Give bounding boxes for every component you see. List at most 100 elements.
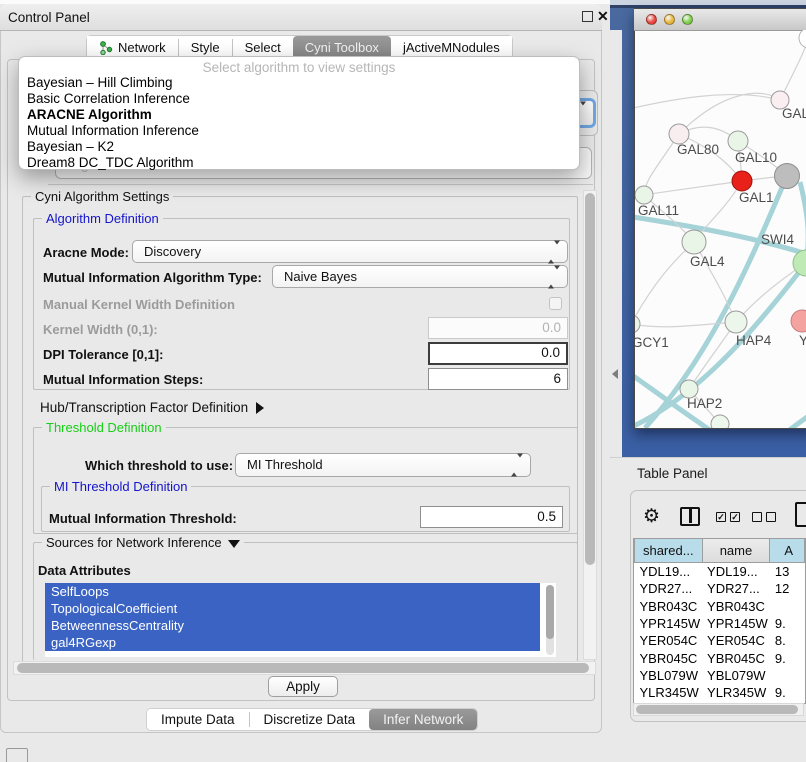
network-edge[interactable] (763, 410, 806, 428)
network-node-label: HAP4 (736, 333, 772, 348)
attribute-item[interactable]: TopologicalCoefficient (45, 600, 540, 617)
network-edge[interactable] (780, 38, 806, 100)
network-edge[interactable] (635, 322, 736, 327)
network-edge[interactable] (644, 181, 742, 195)
settings-horizontal-scrollbar-thumb[interactable] (17, 663, 589, 673)
close-traffic-light[interactable] (646, 14, 657, 25)
unchecked-checkbox-icon[interactable] (752, 512, 762, 522)
table-cell (770, 667, 805, 684)
network-node-gal11[interactable] (635, 186, 653, 204)
network-node-gal1[interactable] (732, 171, 752, 191)
table-cell: YBL079W (635, 667, 703, 684)
close-icon[interactable]: ✕ (597, 8, 609, 25)
bottom-tab-impute-data[interactable]: Impute Data (147, 709, 249, 730)
node-table[interactable]: shared...nameAYDL19...YDL19...13YDR27...… (633, 538, 806, 704)
mi-algorithm-type-value: Naive Bayes (284, 269, 357, 284)
column-header-A[interactable]: A (770, 539, 805, 563)
table-cell: 9. (770, 615, 805, 632)
table-row[interactable]: YBR045CYBR045C9. (635, 649, 805, 666)
manual-kernel-width-checkbox[interactable] (549, 297, 562, 310)
attribute-item[interactable]: BetweennessCentrality (45, 617, 540, 634)
hub-definition-toggle[interactable]: Hub/Transcription Factor Definition (40, 400, 264, 415)
mi-steps-field[interactable]: 6 (428, 368, 568, 390)
float-window-icon[interactable] (582, 11, 593, 22)
attribute-item[interactable]: gal4RGexp (45, 634, 540, 651)
algorithm-option[interactable]: Bayesian – K2 (19, 139, 579, 155)
control-panel-titlebar[interactable] (0, 4, 602, 31)
expand-right-icon (256, 402, 264, 414)
divider-collapse-icon[interactable] (612, 369, 618, 379)
algorithm-option[interactable]: Dream8 DC_TDC Algorithm (19, 155, 579, 171)
bottom-tab-discretize-data[interactable]: Discretize Data (250, 709, 370, 730)
table-horizontal-scrollbar-thumb[interactable] (636, 705, 798, 714)
network-node-gal10[interactable] (728, 131, 748, 151)
attributes-scrollbar-thumb[interactable] (546, 585, 554, 639)
algorithm-dropdown-popup: Select algorithm to view settings Bayesi… (18, 56, 580, 170)
minimize-traffic-light[interactable] (664, 14, 675, 25)
column-header-shared[interactable]: shared... (635, 539, 703, 563)
table-row[interactable]: YBR043CYBR043C (635, 598, 805, 615)
table-row[interactable]: YDL19...YDL19...13 (635, 563, 805, 581)
apply-button[interactable]: Apply (268, 676, 338, 697)
document-icon[interactable] (795, 502, 806, 527)
network-edge[interactable] (644, 134, 679, 195)
column-header-name[interactable]: name (702, 539, 770, 563)
algorithm-option[interactable]: Bayesian – Hill Climbing (19, 75, 579, 91)
network-node-hap4[interactable] (725, 311, 747, 333)
algorithm-option[interactable]: Basic Correlation Inference (19, 91, 579, 107)
network-edge[interactable] (635, 242, 694, 324)
checked-checkbox-icon[interactable]: ✓ (716, 512, 726, 522)
kernel-width-label: Kernel Width (0,1): (43, 322, 158, 337)
table-row[interactable]: YBL079WYBL079W (635, 667, 805, 684)
which-threshold-value: MI Threshold (247, 457, 323, 472)
kernel-width-field[interactable]: 0.0 (428, 317, 568, 339)
network-node-swi4[interactable] (793, 250, 806, 276)
which-threshold-combo[interactable]: MI Threshold (235, 453, 531, 477)
network-node-label: HAP2 (687, 396, 722, 411)
data-attributes-list[interactable]: SelfLoopsTopologicalCoefficientBetweenne… (45, 583, 556, 657)
attributes-scrollbar[interactable] (546, 585, 554, 655)
table-row[interactable]: YLR345WYLR345W9. (635, 684, 805, 701)
sources-title[interactable]: Sources for Network Inference (42, 535, 244, 550)
table-cell: YER054C (635, 632, 703, 649)
mi-steps-label: Mutual Information Steps: (43, 372, 203, 387)
network-edge[interactable] (635, 95, 780, 110)
tab-label: Cyni Toolbox (305, 40, 379, 55)
dock-mini-button[interactable] (6, 748, 28, 762)
algorithm-option[interactable]: ARACNE Algorithm (19, 107, 579, 123)
gear-icon[interactable]: ⚙ (643, 505, 660, 528)
network-node[interactable] (775, 164, 800, 189)
network-node-label: GAL80 (677, 142, 719, 157)
mi-threshold-definition-title: MI Threshold Definition (50, 479, 191, 494)
network-node[interactable] (711, 415, 729, 428)
table-cell: YBR045C (635, 649, 703, 666)
network-canvas[interactable]: GAL2GAL80GAL10GAL1GAL11GAL4SWI4YHAP4GCY1… (635, 30, 806, 428)
bottom-tab-infer-network[interactable]: Infer Network (369, 709, 477, 730)
unchecked-checkbox-icon[interactable] (766, 512, 776, 522)
table-cell: YDR27... (702, 580, 770, 597)
table-row[interactable]: YPR145WYPR145W9. (635, 615, 805, 632)
table-row[interactable]: YDR27...YDR27...12 (635, 580, 805, 597)
attribute-item[interactable]: SelfLoops (45, 583, 540, 600)
network-node-label: GAL4 (690, 254, 725, 269)
table-cell: 8. (770, 632, 805, 649)
network-node-gal4[interactable] (682, 230, 706, 254)
network-node-gcy1[interactable] (635, 315, 640, 333)
network-node-y[interactable] (791, 310, 806, 332)
network-window-titlebar[interactable] (634, 9, 806, 31)
checked-checkbox-icon[interactable]: ✓ (730, 512, 740, 522)
network-node[interactable] (799, 30, 806, 48)
table-cell: YDL19... (702, 563, 770, 581)
algorithm-option[interactable]: Mutual Information Inference (19, 123, 579, 139)
aracne-mode-combo[interactable]: Discovery (132, 240, 568, 263)
control-panel-title: Control Panel (8, 10, 90, 25)
table-row[interactable]: YER054CYER054C8. (635, 632, 805, 649)
column-layout-icon[interactable] (680, 507, 700, 526)
dpi-tolerance-field[interactable]: 0.0 (428, 342, 568, 365)
settings-vertical-scrollbar-thumb[interactable] (585, 193, 595, 565)
network-node-gal80[interactable] (669, 124, 689, 144)
stepper-icon (548, 266, 560, 287)
mi-threshold-field[interactable]: 0.5 (420, 506, 563, 528)
mi-algorithm-type-combo[interactable]: Naive Bayes (272, 265, 568, 288)
zoom-traffic-light[interactable] (682, 14, 693, 25)
